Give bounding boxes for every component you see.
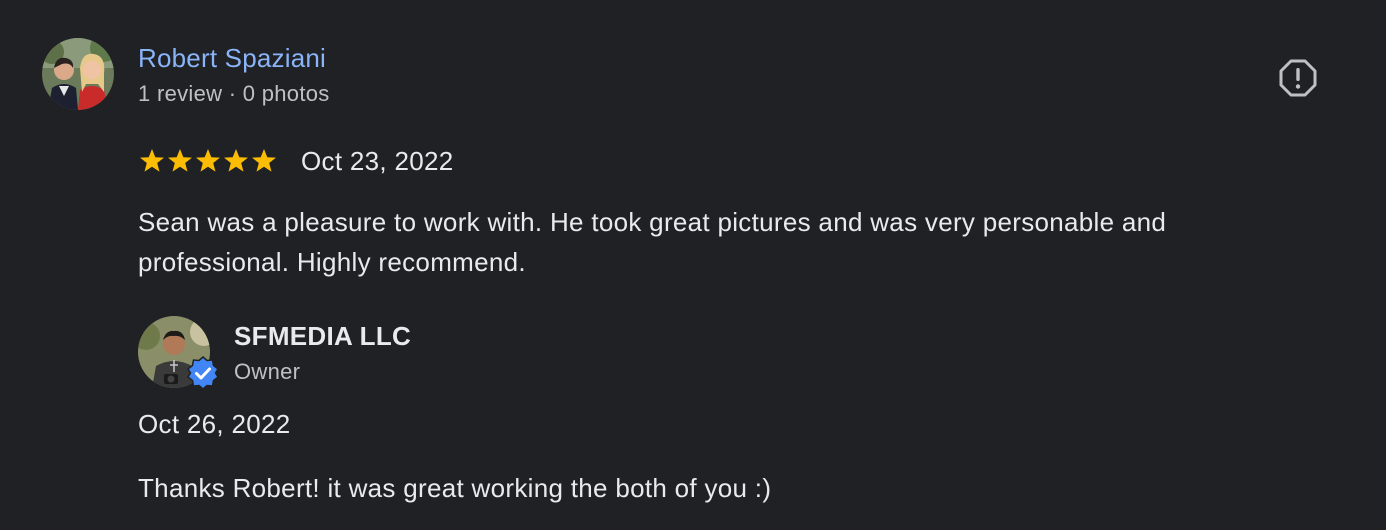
star-icon <box>224 149 248 172</box>
reviewer-meta: 1 review · 0 photos <box>138 81 330 106</box>
report-review-button[interactable] <box>1278 58 1318 98</box>
star-icon <box>252 149 276 172</box>
response-date: Oct 26, 2022 <box>138 409 291 439</box>
owner-name: SFMEDIA LLC <box>234 321 412 351</box>
star-icon <box>168 149 192 172</box>
response-text: Thanks Robert! it was great working the … <box>138 473 772 503</box>
reviewer-avatar[interactable] <box>42 38 114 110</box>
star-rating <box>138 147 278 175</box>
reviewer-avatar-photo <box>42 38 114 110</box>
owner-role-label: Owner <box>234 359 301 384</box>
reviewer-name-link[interactable]: Robert Spaziani <box>138 43 326 74</box>
report-flag-icon <box>1279 59 1317 97</box>
verified-badge-icon <box>187 356 219 390</box>
review-date: Oct 23, 2022 <box>301 146 454 176</box>
review-text: Sean was a pleasure to work with. He too… <box>138 207 1167 277</box>
star-icon <box>140 149 164 172</box>
owner-avatar[interactable] <box>138 316 219 390</box>
star-icon <box>196 149 220 172</box>
review-card: Robert Spaziani 1 review · 0 photos Oct … <box>0 0 1386 530</box>
